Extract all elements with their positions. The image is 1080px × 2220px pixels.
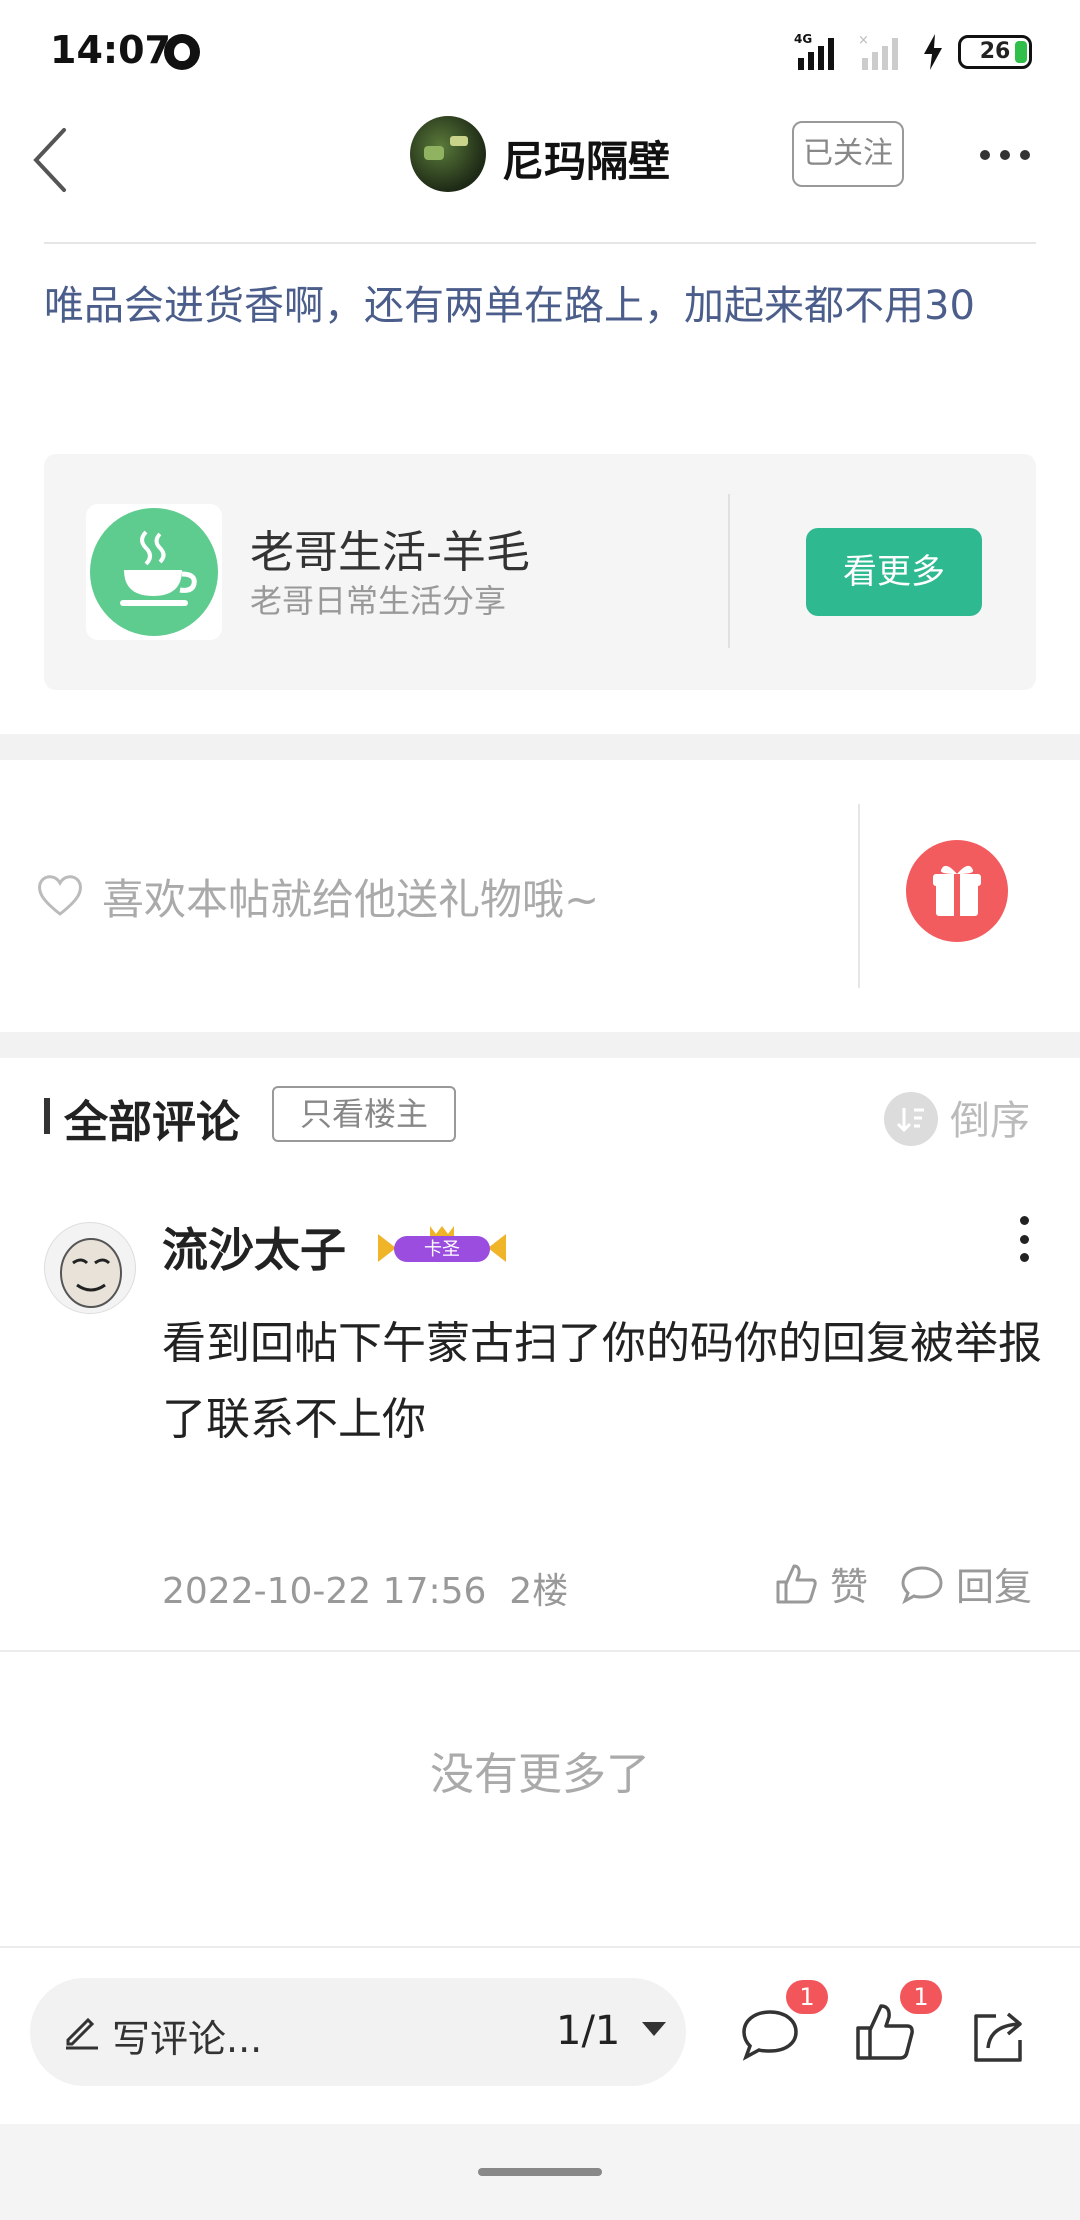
signal-empty-icon: × (858, 33, 898, 70)
section-separator (0, 734, 1080, 760)
only-op-button[interactable]: 只看楼主 (272, 1086, 456, 1142)
gift-prompt: 喜欢本帖就给他送礼物哦~ (102, 875, 600, 924)
back-arrow-icon (33, 128, 66, 192)
reply-label: 回复 (956, 1565, 1033, 1609)
forum-avatar (86, 504, 222, 640)
signal-4g-icon: 4G (794, 32, 834, 70)
comment-text: 看到回帖下午蒙古扫了你的码你的回复被举报了联系不上你 (162, 1318, 1042, 1445)
write-comment-input[interactable]: 写评论... 1/1 (30, 1978, 686, 2086)
page-dropdown-icon[interactable] (642, 2022, 666, 2036)
sort-order-button[interactable]: 倒序 (950, 1088, 1030, 1146)
share-icon (974, 2012, 1022, 2062)
end-of-list-text: 没有更多了 (430, 1749, 650, 1800)
author-name[interactable]: 尼玛隔壁 (502, 128, 670, 189)
comments-count-badge: 1 (786, 1980, 828, 2014)
status-icons: 4G × 26 (794, 30, 1032, 74)
divider (44, 242, 1036, 244)
comment-username[interactable]: 流沙太子 (162, 1214, 346, 1280)
gift-icon (933, 865, 981, 916)
battery-icon: 26 (958, 35, 1032, 69)
svg-text:4G: 4G (794, 32, 812, 46)
comment-datetime: 2022-10-22 17:56 (162, 1571, 487, 1612)
comment-bubble-icon (901, 1565, 943, 1604)
heart-icon (36, 872, 84, 918)
svg-text:×: × (858, 33, 869, 48)
charging-icon (924, 34, 942, 70)
see-more-button[interactable]: 看更多 (806, 528, 982, 616)
pencil-icon (62, 2010, 102, 2050)
comment-bubble-icon (742, 2010, 798, 2061)
like-label: 赞 (830, 1565, 869, 1609)
forum-name: 老哥生活-羊毛 (250, 527, 530, 578)
section-separator (0, 1032, 1080, 1058)
forum-description: 老哥日常生活分享 (250, 582, 507, 620)
author-avatar[interactable] (410, 116, 486, 192)
more-options-button[interactable] (980, 140, 1040, 170)
sort-icon[interactable] (884, 1092, 938, 1146)
user-level-badge: 卡圣 (374, 1224, 510, 1272)
comment-meta: 2022-10-22 17:56 2楼 (162, 1562, 568, 1614)
badge-label: 卡圣 (424, 1239, 460, 1260)
write-comment-placeholder: 写评论... (112, 2017, 263, 2061)
divider (0, 1650, 1080, 1652)
comments-button[interactable] (738, 2002, 802, 2070)
post-content: 唯品会进货香啊，还有两单在路上，加起来都不用30 (44, 283, 975, 329)
status-bar: 14:07 4G × 26 (0, 0, 1080, 110)
page-indicator[interactable]: 1/1 (556, 2008, 620, 2054)
thumbs-up-icon (776, 1564, 817, 1603)
comment-floor: 2楼 (509, 1571, 569, 1612)
comments-title: 全部评论 (64, 1097, 240, 1148)
forum-card[interactable]: 老哥生活-羊毛 老哥日常生活分享 看更多 (44, 454, 1036, 690)
divider (0, 1946, 1080, 1948)
home-indicator[interactable] (478, 2168, 602, 2176)
like-button[interactable]: 赞 (774, 1556, 868, 1611)
coffee-cup-icon (90, 508, 218, 636)
share-button[interactable] (966, 2004, 1030, 2072)
app-notification-icon (164, 34, 200, 70)
gift-button[interactable] (906, 840, 1008, 942)
reply-button[interactable]: 回复 (900, 1556, 1032, 1611)
comment-more-button[interactable] (1018, 1216, 1030, 1262)
divider (858, 804, 860, 988)
avatar[interactable] (44, 1222, 136, 1314)
back-button[interactable] (26, 120, 86, 200)
section-marker (44, 1098, 50, 1134)
battery-level: 26 (979, 39, 1011, 64)
status-time: 14:07 (50, 28, 171, 72)
divider (728, 494, 730, 648)
follow-button[interactable]: 已关注 (792, 121, 904, 187)
likes-count-badge: 1 (900, 1980, 942, 2014)
